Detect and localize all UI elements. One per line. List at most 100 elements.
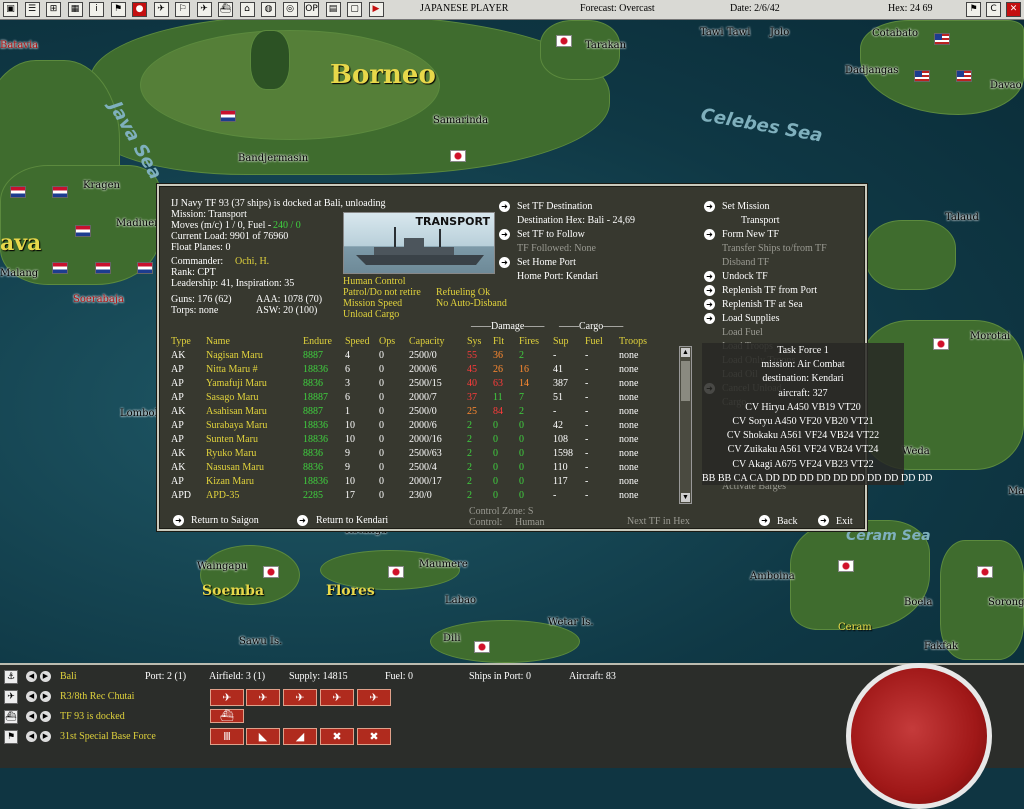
prev-arrow-icon[interactable]: ◀ bbox=[26, 671, 37, 682]
status-line[interactable]: Human Control bbox=[343, 276, 406, 287]
cell-name[interactable]: Sunten Maru bbox=[206, 432, 303, 446]
plane-icon[interactable]: ✈ bbox=[4, 690, 18, 704]
next-arrow-icon[interactable]: ▶ bbox=[40, 731, 51, 742]
list-icon[interactable]: ☰ bbox=[24, 2, 40, 17]
flag-icon[interactable]: ⚑ bbox=[4, 730, 18, 744]
cell-name[interactable]: Asahisan Maru bbox=[206, 404, 303, 418]
prev-arrow-icon[interactable]: ◀ bbox=[26, 711, 37, 722]
cell-name[interactable]: Surabaya Maru bbox=[206, 418, 303, 432]
japanese-base-icon[interactable] bbox=[263, 566, 279, 578]
next-arrow-icon[interactable]: ▶ bbox=[40, 671, 51, 682]
cross-slot-icon[interactable]: ✖ bbox=[320, 728, 354, 745]
action-arrow-icon[interactable]: ➜ bbox=[704, 201, 715, 212]
japanese-base-icon[interactable] bbox=[556, 35, 572, 47]
action-arrow-icon[interactable]: ➜ bbox=[499, 257, 510, 268]
plane-slot-icon[interactable]: ✈ bbox=[320, 689, 354, 706]
column-header[interactable]: Speed bbox=[345, 334, 379, 348]
next-tf-button[interactable]: Next TF in Hex bbox=[627, 516, 690, 527]
c-icon[interactable]: C bbox=[986, 2, 1001, 17]
dutch-base-icon[interactable] bbox=[52, 186, 68, 198]
table-row[interactable]: AP Yamafuji Maru 8836 3 0 2500/15 40 63 14 387 - no… bbox=[171, 376, 659, 390]
column-header[interactable]: Type bbox=[171, 334, 206, 348]
table-row[interactable]: AK Ryuko Maru 8836 9 0 2500/63 2 0 0 1598- none bbox=[171, 446, 659, 460]
pennant-icon[interactable]: ⚐ bbox=[175, 2, 190, 17]
status-line-2[interactable]: No Auto-Disband bbox=[436, 298, 507, 309]
back-icon[interactable]: ➜ bbox=[759, 515, 770, 526]
tf-command-7[interactable]: Replenish TF at Sea bbox=[722, 299, 803, 310]
table-row[interactable]: AP Sasago Maru 18887 6 0 2000/7 37 11 7 51 - none bbox=[171, 390, 659, 404]
cell-name[interactable]: APD-35 bbox=[206, 488, 303, 502]
commander-name[interactable]: Ochi, H. bbox=[235, 256, 269, 267]
table-row[interactable]: AK Nagisan Maru 8887 4 0 2500/0 55 36 2 - - none bbox=[171, 348, 659, 362]
column-header[interactable]: Fires bbox=[519, 334, 553, 348]
anchor-icon[interactable]: ⚓ bbox=[4, 670, 18, 684]
cell-name[interactable]: Kizan Maru bbox=[206, 474, 303, 488]
scroll-down-icon[interactable]: ▼ bbox=[681, 493, 690, 502]
flag-icon[interactable]: ⚑ bbox=[966, 2, 981, 17]
report-icon[interactable]: ▤ bbox=[325, 2, 341, 17]
op-icon[interactable]: OP bbox=[304, 2, 319, 17]
table-row[interactable]: AK Asahisan Maru 8887 1 0 2500/0 25 84 2 - - none bbox=[171, 404, 659, 418]
return-kendari-button[interactable]: Return to Kendari bbox=[316, 515, 388, 526]
tf-action-0[interactable]: Set TF Destination bbox=[517, 201, 592, 212]
action-arrow-icon[interactable]: ➜ bbox=[499, 201, 510, 212]
table-row[interactable]: AP Kizan Maru 18836 10 0 2000/17 2 0 0 117 - none bbox=[171, 474, 659, 488]
exit-icon[interactable]: ➜ bbox=[818, 515, 829, 526]
status-line[interactable]: Mission Speed bbox=[343, 298, 402, 309]
table-row[interactable]: APD APD-35 2285 17 0 230/0 2 0 0 - - none bbox=[171, 488, 659, 502]
save-icon[interactable]: ▣ bbox=[3, 2, 18, 17]
action-arrow-icon[interactable]: ➜ bbox=[704, 299, 715, 310]
prev-arrow-icon[interactable]: ◀ bbox=[26, 731, 37, 742]
japanese-base-icon[interactable] bbox=[977, 566, 993, 578]
action-arrow-icon[interactable]: ➜ bbox=[704, 229, 715, 240]
terrain-slot-icon[interactable]: ◢ bbox=[283, 728, 317, 745]
info-row-label[interactable]: Bali bbox=[60, 671, 77, 682]
plane-slot-icon[interactable]: ✈ bbox=[246, 689, 280, 706]
action-arrow-icon[interactable]: ➜ bbox=[499, 229, 510, 240]
table-row[interactable]: AP Sunten Maru 18836 10 0 2000/16 2 0 0 108 - none bbox=[171, 432, 659, 446]
formation-icon[interactable]: ⊞ bbox=[46, 2, 61, 17]
status-line-2[interactable]: Refueling Ok bbox=[436, 287, 490, 298]
tf-action-4[interactable]: Set Home Port bbox=[517, 257, 576, 268]
column-header[interactable]: Fuel bbox=[585, 334, 619, 348]
end-turn-button[interactable] bbox=[846, 663, 992, 809]
tf-command-2[interactable]: Form New TF bbox=[722, 229, 779, 240]
cell-name[interactable]: Ryuko Maru bbox=[206, 446, 303, 460]
exit-button[interactable]: Exit bbox=[836, 516, 853, 527]
flag-icon[interactable]: ⚑ bbox=[110, 2, 126, 17]
scroll-up-icon[interactable]: ▲ bbox=[681, 348, 690, 357]
rising-sun-icon[interactable]: ● bbox=[132, 2, 147, 17]
column-header[interactable]: Capacity bbox=[409, 334, 467, 348]
info-row-label[interactable]: R3/8th Rec Chutai bbox=[60, 691, 134, 702]
column-header[interactable]: Flt bbox=[493, 334, 519, 348]
plane-slot-icon[interactable]: ✈ bbox=[283, 689, 317, 706]
cell-name[interactable]: Sasago Maru bbox=[206, 390, 303, 404]
plane-icon[interactable]: ✈ bbox=[196, 2, 212, 17]
info-row-label[interactable]: TF 93 is docked bbox=[60, 711, 125, 722]
action-arrow-icon[interactable]: ➜ bbox=[704, 285, 715, 296]
fort-slot-icon[interactable]: Ⅲ bbox=[210, 728, 244, 745]
next-arrow-icon[interactable]: ▶ bbox=[40, 711, 51, 722]
action-arrow-icon[interactable]: ➜ bbox=[704, 271, 715, 282]
dutch-base-icon[interactable] bbox=[75, 225, 91, 237]
tf-command-8[interactable]: Load Supplies bbox=[722, 313, 780, 324]
table-row[interactable]: AP Surabaya Maru 18836 10 0 2000/6 2 0 0 42 - none bbox=[171, 418, 659, 432]
info-row-label[interactable]: 31st Special Base Force bbox=[60, 731, 156, 742]
base-icon[interactable]: ⌂ bbox=[239, 2, 255, 17]
dutch-base-icon[interactable] bbox=[10, 186, 26, 198]
status-line[interactable]: Unload Cargo bbox=[343, 309, 399, 320]
plane-slot-icon[interactable]: ✈ bbox=[210, 689, 244, 706]
cell-name[interactable]: Yamafuji Maru bbox=[206, 376, 303, 390]
tf-command-0[interactable]: Set Mission bbox=[722, 201, 770, 212]
japanese-base-icon[interactable] bbox=[388, 566, 404, 578]
scroll-thumb[interactable] bbox=[681, 361, 690, 401]
dutch-base-icon[interactable] bbox=[52, 262, 68, 274]
target-icon[interactable]: ◎ bbox=[282, 2, 298, 17]
cell-name[interactable]: Nitta Maru # bbox=[206, 362, 303, 376]
display-icon[interactable]: ▢ bbox=[347, 2, 362, 17]
aircraft-icon[interactable]: ✈ bbox=[153, 2, 169, 17]
cross-slot-icon[interactable]: ✖ bbox=[357, 728, 391, 745]
cell-name[interactable]: Nasusan Maru bbox=[206, 460, 303, 474]
cell-name[interactable]: Nagisan Maru bbox=[206, 348, 303, 362]
tf-action-2[interactable]: Set TF to Follow bbox=[517, 229, 585, 240]
